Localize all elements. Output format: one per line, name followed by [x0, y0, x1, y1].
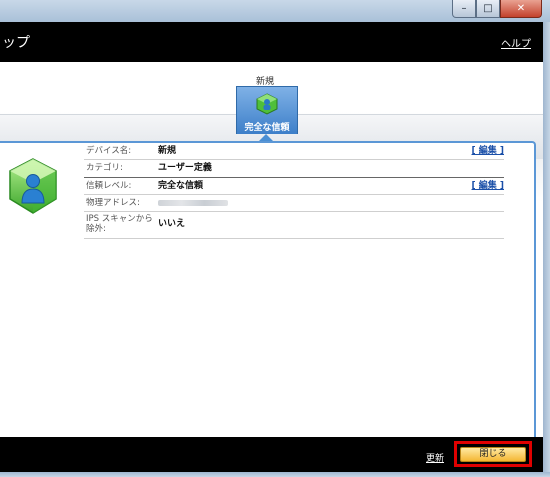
- physical-address-redacted: [158, 200, 228, 206]
- main-content: 新規 完全な信頼 デバイス名: 新規 [編集] カテゴリ: ユーザー定義 信…: [0, 62, 543, 441]
- row-divider: [84, 194, 504, 195]
- category-label: カテゴリ:: [86, 163, 123, 173]
- edit-trust-level-link[interactable]: [ 編集 ]: [472, 180, 505, 192]
- device-name-label: デバイス名:: [86, 146, 132, 156]
- physical-address-label: 物理アドレス:: [86, 198, 140, 208]
- update-link[interactable]: 更新: [426, 451, 444, 464]
- section-divider: [84, 177, 504, 178]
- tab-pointer: [259, 134, 273, 141]
- row-divider: [84, 159, 504, 160]
- close-window-button[interactable]: ✕: [500, 0, 542, 18]
- window-title-bar: – □ ✕: [0, 0, 550, 22]
- minimize-button[interactable]: –: [452, 0, 476, 18]
- ips-exclusion-label: IPS スキャンから除外:: [86, 214, 153, 234]
- category-value: ユーザー定義: [158, 163, 212, 173]
- device-name-value: 新規: [158, 146, 177, 156]
- close-button[interactable]: 閉じる: [460, 447, 526, 462]
- trust-level-tab[interactable]: 完全な信頼: [236, 86, 298, 134]
- row-divider: [84, 211, 504, 212]
- edit-device-name-link[interactable]: [ 編集 ]: [472, 145, 505, 157]
- footer-bar: 更新 閉じる: [0, 437, 543, 472]
- window-frame-bottom: [0, 472, 550, 477]
- trust-level-label: 信頼レベル:: [86, 181, 132, 191]
- help-link[interactable]: ヘルプ: [501, 35, 531, 50]
- detail-row-physical-address: 物理アドレス:: [84, 197, 504, 209]
- detail-row-trust-level: 信頼レベル: 完全な信頼 [ 編集 ]: [84, 180, 504, 192]
- device-details-panel: デバイス名: 新規 [ 編集 ] カテゴリ: ユーザー定義 信頼レベル: 完全な…: [0, 141, 536, 441]
- app-header: ップ ヘルプ: [0, 22, 543, 62]
- detail-row-category: カテゴリ: ユーザー定義: [84, 162, 504, 174]
- details-list: デバイス名: 新規 [ 編集 ] カテゴリ: ユーザー定義 信頼レベル: 完全な…: [84, 143, 504, 241]
- row-divider: [84, 238, 504, 239]
- window-controls: – □ ✕: [452, 0, 542, 18]
- trust-level-icon: [256, 93, 278, 115]
- detail-row-device-name: デバイス名: 新規 [ 編集 ]: [84, 145, 504, 157]
- window-frame-right: [543, 22, 550, 477]
- ips-exclusion-value: いいえ: [158, 219, 186, 229]
- trust-level-value: 完全な信頼: [158, 181, 204, 191]
- trust-level-tab-label: 完全な信頼: [244, 123, 290, 133]
- detail-row-ips-exclusion: IPS スキャンから除外: いいえ: [84, 214, 504, 236]
- maximize-button[interactable]: □: [476, 0, 500, 18]
- header-title: ップ: [2, 35, 30, 51]
- trusted-device-icon: [9, 158, 57, 214]
